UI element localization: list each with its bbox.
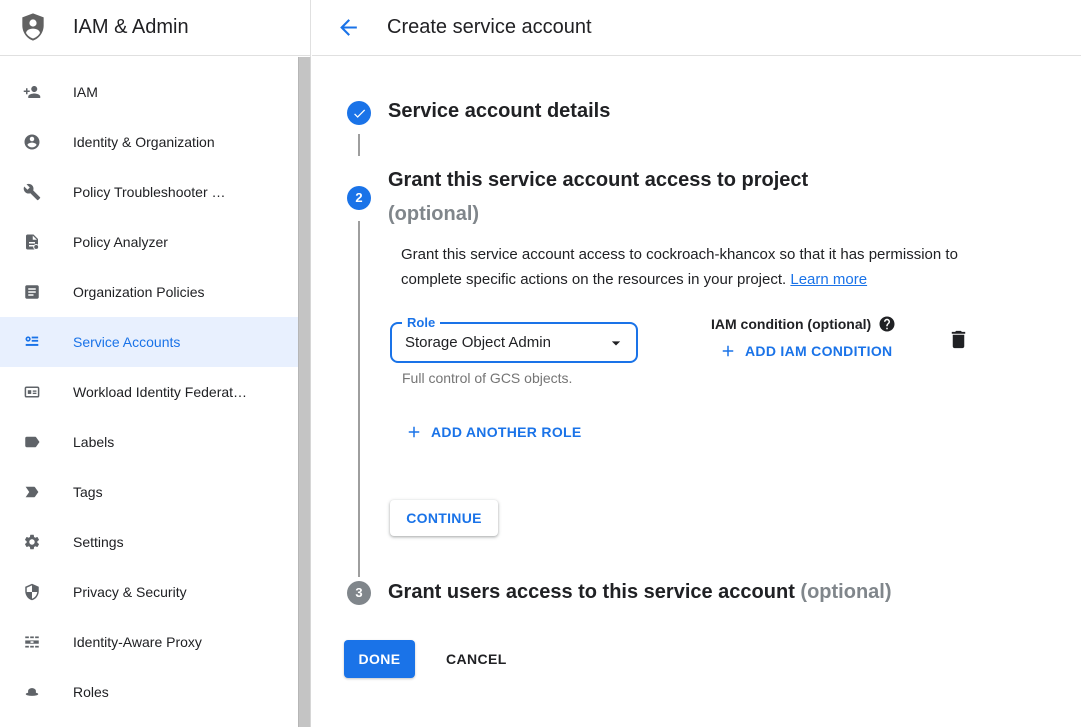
add-iam-condition-button[interactable]: ADD IAM CONDITION <box>719 342 892 360</box>
sidebar-item-label: Labels <box>73 434 114 450</box>
person-add-icon <box>23 83 41 101</box>
sidebar-item-settings[interactable]: Settings <box>0 517 298 567</box>
plus-icon <box>719 342 737 360</box>
continue-button[interactable]: CONTINUE <box>390 500 498 536</box>
plus-icon <box>405 423 423 441</box>
sidebar-item-label: Service Accounts <box>73 334 180 350</box>
step3-number-badge: 3 <box>347 581 371 605</box>
role-helper-text: Full control of GCS objects. <box>402 370 572 386</box>
step2-title: Grant this service account access to pro… <box>388 169 808 192</box>
step1-completed-check-icon <box>347 101 371 125</box>
sidebar-item-label: Roles <box>73 684 109 700</box>
sidebar-nav: IAM Identity & Organization Policy Troub… <box>0 57 298 717</box>
sidebar-header: IAM & Admin <box>0 0 310 56</box>
shield-half-icon <box>23 583 41 601</box>
article-icon <box>23 283 41 301</box>
add-another-role-label: ADD ANOTHER ROLE <box>431 424 582 440</box>
sidebar-item-label: Workload Identity Federat… <box>73 384 247 400</box>
step2-optional-label: (optional) <box>388 203 479 226</box>
step2-number-badge: 2 <box>347 186 371 210</box>
sidebar-item-identity-aware-proxy[interactable]: Identity-Aware Proxy <box>0 617 298 667</box>
stepper-connector <box>358 221 360 577</box>
sidebar-item-tags[interactable]: Tags <box>0 467 298 517</box>
main-header: Create service account <box>312 0 1081 56</box>
step3-optional-label: (optional) <box>800 581 891 603</box>
main-panel: Create service account Service account d… <box>312 0 1081 727</box>
sidebar-item-organization-policies[interactable]: Organization Policies <box>0 267 298 317</box>
wrench-icon <box>23 183 41 201</box>
sidebar-item-label: Policy Troubleshooter … <box>73 184 226 200</box>
sidebar-item-iam[interactable]: IAM <box>0 67 298 117</box>
sidebar-item-identity-organization[interactable]: Identity & Organization <box>0 117 298 167</box>
sidebar-item-label: Identity-Aware Proxy <box>73 634 202 650</box>
sidebar-item-label: Policy Analyzer <box>73 234 168 250</box>
step2-description-text: Grant this service account access to coc… <box>401 246 958 288</box>
sidebar-item-label: Identity & Organization <box>73 134 215 150</box>
sidebar-item-policy-analyzer[interactable]: Policy Analyzer <box>0 217 298 267</box>
account-circle-icon <box>23 133 41 151</box>
gear-icon <box>23 533 41 551</box>
iam-shield-logo-icon <box>17 11 49 43</box>
step1-title: Service account details <box>388 100 610 123</box>
trash-icon <box>947 328 970 351</box>
step3-title-row: Grant users access to this service accou… <box>388 581 892 604</box>
stepper-connector <box>358 134 360 156</box>
iam-admin-console: IAM & Admin IAM Identity & Organization … <box>0 0 1081 727</box>
sidebar-item-label: IAM <box>73 84 98 100</box>
policy-analyzer-icon <box>23 233 41 251</box>
role-select[interactable]: Role Storage Object Admin <box>390 322 638 363</box>
sidebar-item-service-accounts[interactable]: Service Accounts <box>0 317 298 367</box>
chevron-down-icon <box>606 333 626 353</box>
sidebar-item-label: Organization Policies <box>73 284 205 300</box>
step2-description: Grant this service account access to coc… <box>401 242 989 292</box>
tag-arrow-icon <box>23 483 41 501</box>
delete-role-button[interactable] <box>947 328 970 351</box>
sidebar-scrollbar[interactable] <box>298 57 311 727</box>
label-tag-icon <box>23 433 41 451</box>
product-title: IAM & Admin <box>73 0 189 55</box>
iam-condition-label: IAM condition (optional) <box>711 316 871 332</box>
help-icon[interactable] <box>878 315 896 333</box>
sidebar-item-roles[interactable]: Roles <box>0 667 298 717</box>
iam-condition-header: IAM condition (optional) <box>711 315 896 333</box>
sidebar-item-policy-troubleshooter[interactable]: Policy Troubleshooter … <box>0 167 298 217</box>
back-arrow-icon[interactable] <box>336 15 361 40</box>
sidebar: IAM & Admin IAM Identity & Organization … <box>0 0 311 727</box>
sidebar-item-label: Privacy & Security <box>73 584 187 600</box>
role-selected-value: Storage Object Admin <box>405 324 551 361</box>
cancel-button[interactable]: CANCEL <box>432 640 521 678</box>
proxy-stripes-icon <box>23 633 41 651</box>
sidebar-item-workload-identity-federation[interactable]: Workload Identity Federat… <box>0 367 298 417</box>
service-account-robot-icon <box>23 333 41 351</box>
badge-card-icon <box>23 383 41 401</box>
add-iam-condition-label: ADD IAM CONDITION <box>745 343 892 359</box>
add-another-role-button[interactable]: ADD ANOTHER ROLE <box>405 423 582 441</box>
sidebar-item-privacy-security[interactable]: Privacy & Security <box>0 567 298 617</box>
learn-more-link[interactable]: Learn more <box>790 271 867 288</box>
step3-title: Grant users access to this service accou… <box>388 581 795 603</box>
page-title: Create service account <box>387 0 592 55</box>
sidebar-item-label: Settings <box>73 534 124 550</box>
hat-icon <box>23 683 41 701</box>
sidebar-item-label: Tags <box>73 484 103 500</box>
sidebar-item-labels[interactable]: Labels <box>0 417 298 467</box>
done-button[interactable]: DONE <box>344 640 415 678</box>
